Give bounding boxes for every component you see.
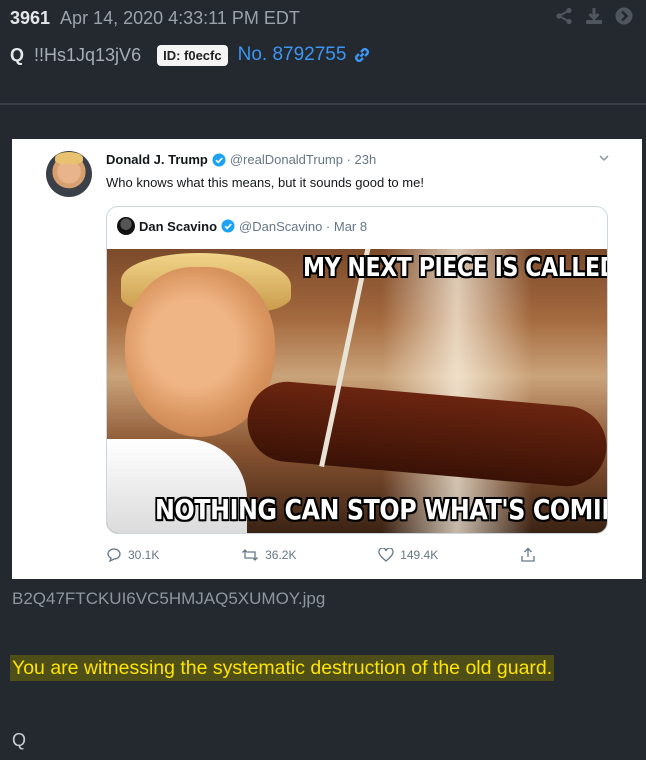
post-date: Apr 14, 2020 4:33:11 PM EDT	[60, 7, 300, 28]
chevron-down-icon	[599, 155, 609, 162]
quoted-author-line: Dan Scavino @DanScavino · Mar 8	[117, 217, 367, 235]
share-action	[520, 547, 536, 563]
meme-violin	[244, 378, 607, 490]
attachment-filename[interactable]: B2Q47FTCKUI6VC5HMJAQ5XUMOY.jpg	[12, 589, 325, 609]
quoted-author-avatar	[117, 217, 135, 235]
meme-top-caption: MY NEXT PIECE IS CALLED	[303, 253, 607, 283]
reply-action: 30.1K	[106, 547, 159, 563]
meme-bottom-caption: NOTHING CAN STOP WHAT'S COMING	[155, 493, 607, 526]
poster-info: Q !!Hs1Jq13jV6 ID: f0ecfc No. 8792755	[10, 40, 372, 70]
tweet-actions: 30.1K 36.2K 149.4K	[106, 547, 536, 563]
post-message: You are witnessing the systematic destru…	[10, 650, 610, 686]
download-icon[interactable]	[584, 6, 604, 26]
quoted-author-name: Dan Scavino	[139, 218, 218, 234]
post-actions	[554, 6, 634, 26]
verified-badge-icon	[212, 153, 226, 166]
tweet-author-name: Donald J. Trump	[106, 152, 208, 167]
tripcode: !!Hs1Jq13jV6	[34, 44, 142, 65]
id-badge[interactable]: ID: f0ecfc	[157, 44, 228, 66]
tweet-author-line: Donald J. Trump @realDonaldTrump · 23h	[106, 152, 376, 167]
post-signature: Q	[12, 730, 27, 750]
quoted-author-handle: @DanScavino · Mar 8	[239, 218, 368, 234]
reply-count: 30.1K	[128, 548, 160, 562]
tweet-author-avatar	[46, 151, 92, 197]
heart-icon	[378, 548, 394, 562]
share-icon[interactable]	[554, 6, 574, 26]
post-number-link-label[interactable]: No. 8792755	[238, 44, 347, 66]
post-header: 3961 Apr 14, 2020 4:33:11 PM EDT	[10, 5, 300, 31]
reply-icon	[107, 548, 121, 562]
retweet-action: 36.2K	[241, 547, 296, 563]
retweet-icon	[242, 549, 259, 561]
upload-icon	[521, 547, 535, 562]
post-image[interactable]: Donald J. Trump @realDonaldTrump · 23h W…	[12, 139, 642, 579]
quoted-tweet: Dan Scavino @DanScavino · Mar 8 MY NEXT …	[106, 206, 608, 534]
verified-badge-icon	[221, 219, 235, 233]
link-icon[interactable]	[352, 45, 372, 65]
like-action: 149.4K	[378, 547, 438, 563]
tweet-text: Who knows what this means, but it sounds…	[106, 175, 424, 190]
meme-image: MY NEXT PIECE IS CALLED NOTHING CAN STOP…	[107, 249, 607, 533]
poster-name: Q	[10, 44, 25, 65]
arrow-right-circle-icon[interactable]	[614, 6, 634, 26]
post-number: 3961	[10, 7, 51, 28]
post-message-text: You are witnessing the systematic destru…	[10, 655, 555, 681]
like-count: 149.4K	[400, 548, 439, 562]
tweet-author-handle: @realDonaldTrump · 23h	[229, 152, 377, 167]
post-number-link[interactable]: No. 8792755	[238, 44, 373, 66]
retweet-count: 36.2K	[265, 548, 297, 562]
header-divider	[0, 103, 646, 105]
